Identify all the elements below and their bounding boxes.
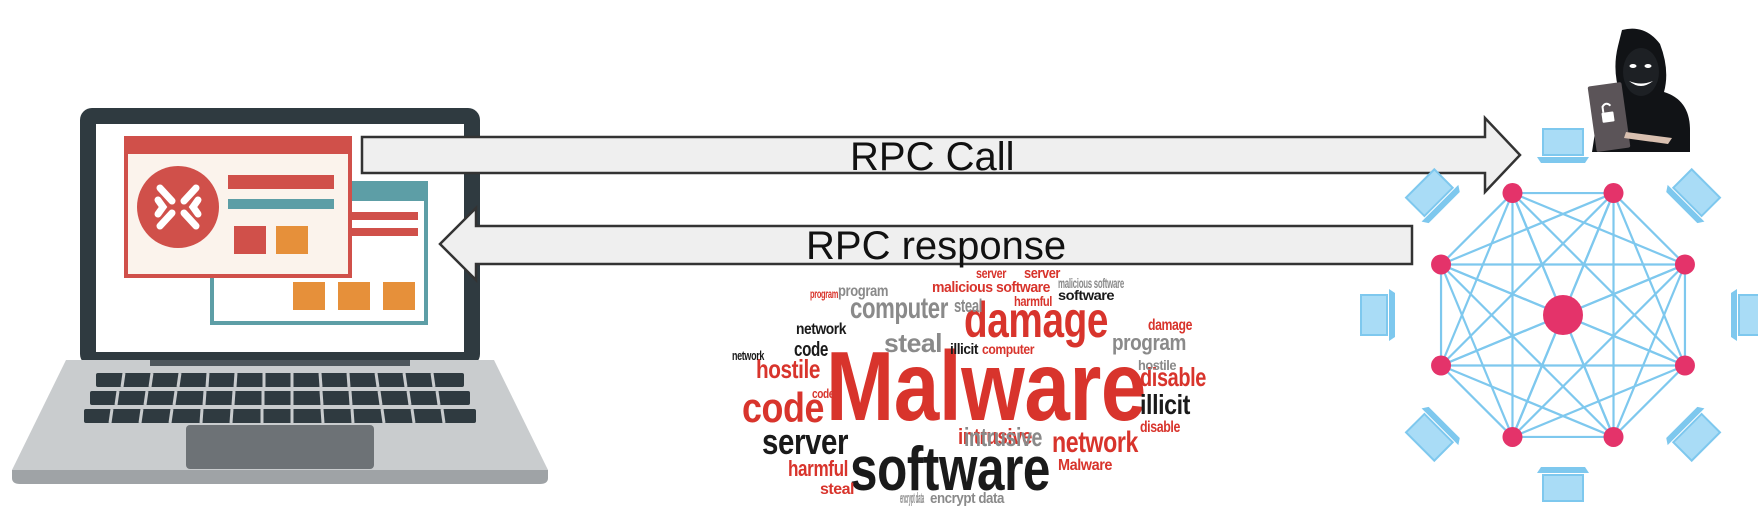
network-node [1603, 183, 1624, 204]
network-link [1440, 192, 1514, 266]
network-link [1612, 192, 1686, 266]
network-link [1440, 263, 1615, 438]
network-laptop-icon [1537, 128, 1589, 163]
wordcloud-word: steal [884, 328, 942, 358]
network-link [1511, 192, 1686, 367]
network-link [1612, 364, 1686, 438]
wordcloud-word: steal [820, 481, 854, 498]
network-node [1603, 426, 1624, 447]
wordcloud-word: network [796, 321, 847, 338]
network-node [1431, 254, 1452, 275]
network-node [1674, 355, 1695, 376]
network-laptop-icon [1731, 289, 1758, 341]
network-laptop-icon [1360, 289, 1395, 341]
rpc-call-label: RPC Call [850, 135, 1015, 179]
wordcloud-word: computer [982, 341, 1035, 357]
network-center-node [1543, 295, 1583, 335]
wordcloud-word: illicit [1140, 389, 1190, 420]
network-mesh-icon [1360, 128, 1758, 502]
network-node [1502, 426, 1523, 447]
touchpad [186, 425, 374, 469]
wordcloud-word: disable [1140, 419, 1180, 436]
wordcloud-word: network [732, 348, 765, 363]
wordcloud-word: Malware [1058, 457, 1113, 474]
wordcloud-word: encrypt data [930, 490, 1005, 507]
wordcloud-word: code [794, 339, 828, 361]
network-node [1431, 355, 1452, 376]
wordcloud-word: malicious software [1058, 275, 1124, 291]
wordcloud-word: program [810, 287, 838, 301]
network-node [1502, 183, 1523, 204]
wordcloud-word: code [812, 386, 834, 401]
wordcloud-word: steal [954, 296, 982, 316]
wordcloud-word: harmful [1014, 293, 1052, 309]
network-laptop-icon [1666, 406, 1722, 463]
network-link [1440, 192, 1615, 367]
wordcloud-word: hostile [1138, 357, 1177, 373]
wordcloud-word: harmful [788, 456, 848, 481]
wordcloud-word: illicit [950, 341, 978, 358]
rpc-response-label: RPC response [806, 224, 1067, 268]
network-link [1511, 263, 1686, 438]
malware-wordcloud: Malware software damage code server comp… [732, 265, 1207, 507]
network-laptop-icon [1666, 167, 1722, 224]
wordcloud-word: damage [1148, 317, 1192, 334]
wordcloud-word: encrypt data [900, 490, 924, 507]
network-link [1440, 364, 1514, 438]
network-node [1674, 254, 1695, 275]
hacker-icon [1587, 28, 1690, 152]
keyboard [84, 373, 476, 423]
network-laptop-icon [1404, 406, 1460, 463]
network-laptop-icon [1537, 467, 1589, 502]
wordcloud-word: program [838, 283, 888, 300]
wordcloud-word: intrusive [964, 422, 1042, 452]
wordcloud-word: network [1052, 426, 1139, 459]
